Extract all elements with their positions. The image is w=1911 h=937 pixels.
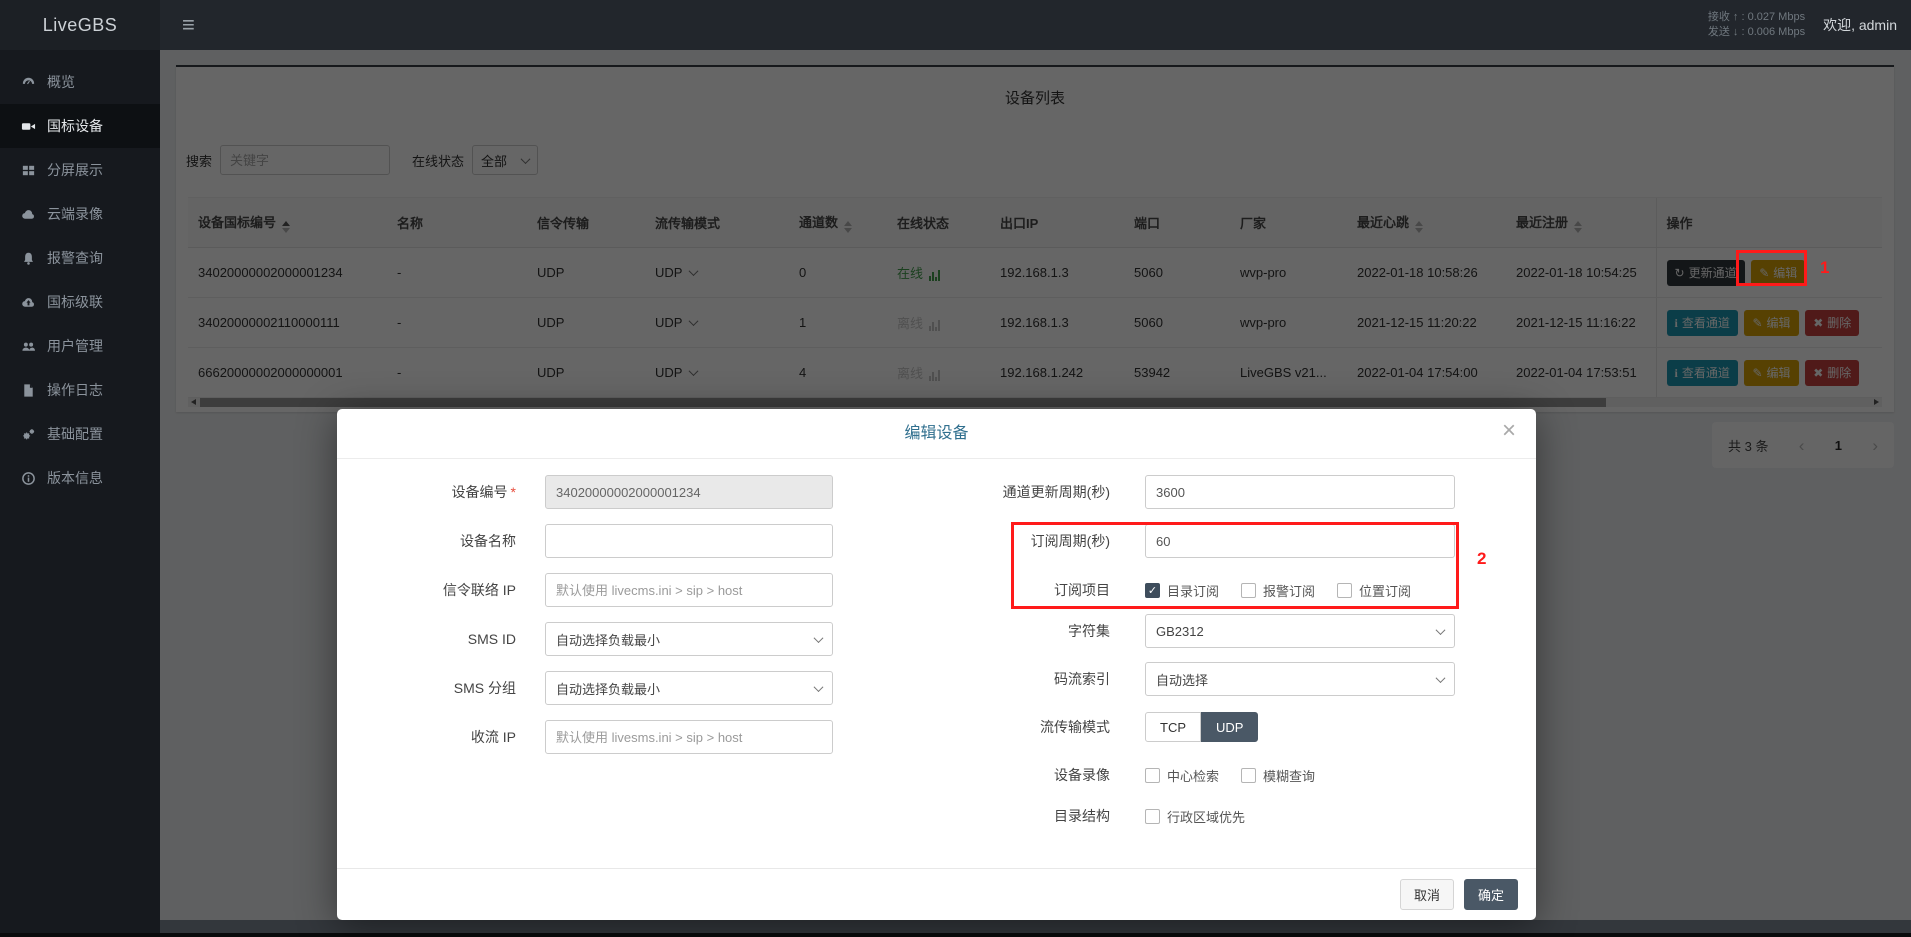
form-row-dir-structure: 目录结构 行政区域优先 [897, 799, 1245, 833]
device-name-input[interactable] [545, 524, 833, 558]
sidebar-item-label: 概览 [47, 72, 75, 92]
sidebar-item-version-info[interactable]: 版本信息 [0, 456, 160, 500]
chevron-down-icon [1436, 625, 1446, 635]
hamburger-menu-icon[interactable]: ≡ [182, 14, 195, 36]
annotation-number-2: 2 [1477, 549, 1486, 569]
users-icon [20, 338, 36, 354]
form-row-device-record: 设备录像 中心检索 模糊查询 [897, 758, 1315, 792]
confirm-button[interactable]: 确定 [1464, 879, 1518, 910]
sidebar-item-label: 版本信息 [47, 468, 103, 488]
chevron-down-icon [814, 633, 824, 643]
required-mark: * [511, 484, 516, 500]
sidebar-item-basic-config[interactable]: 基础配置 [0, 412, 160, 456]
window-edge [0, 933, 1911, 937]
checkbox-icon [1241, 768, 1256, 783]
annotation-box-2 [1011, 522, 1459, 609]
sidebar-item-gb-devices[interactable]: 国标设备 [0, 104, 160, 148]
channel-refresh-period-input[interactable] [1145, 475, 1455, 509]
gears-icon [20, 426, 36, 442]
tx-stat: 发送 ↓ : 0.006 Mbps [1708, 25, 1805, 40]
video-camera-icon [20, 118, 36, 134]
sidebar-item-label: 国标级联 [47, 292, 103, 312]
grid-icon [20, 162, 36, 178]
stream-index-select[interactable]: 自动选择 [1145, 662, 1455, 696]
annotation-box-1 [1736, 250, 1807, 286]
topbar-right: 接收 ↑ : 0.027 Mbps 发送 ↓ : 0.006 Mbps 欢迎, … [1708, 10, 1897, 40]
form-row-device-name: 设备名称 [357, 524, 833, 558]
tcp-mode-button[interactable]: TCP [1145, 712, 1201, 742]
sidebar-item-label: 操作日志 [47, 380, 103, 400]
welcome-user[interactable]: 欢迎, admin [1823, 15, 1897, 35]
sidebar: LiveGBS 概览 国标设备 分屏展示 云端录像 报警查询 [0, 0, 160, 937]
rx-stat: 接收 ↑ : 0.027 Mbps [1708, 10, 1805, 25]
sip-contact-ip-input[interactable] [545, 573, 833, 607]
form-row-charset: 字符集 GB2312 [897, 614, 1455, 648]
topbar: ≡ 接收 ↑ : 0.027 Mbps 发送 ↓ : 0.006 Mbps 欢迎… [160, 0, 1911, 50]
footer-bar [160, 920, 1911, 933]
sidebar-item-label: 基础配置 [47, 424, 103, 444]
checkbox-icon [1145, 809, 1160, 824]
sidebar-item-overview[interactable]: 概览 [0, 60, 160, 104]
form-row-device-id: 设备编号* [357, 475, 833, 509]
sidebar-item-alarm-query[interactable]: 报警查询 [0, 236, 160, 280]
file-icon [20, 382, 36, 398]
modal-header: 编辑设备 × [337, 409, 1536, 459]
cloud-icon [20, 206, 36, 222]
charset-select[interactable]: GB2312 [1145, 614, 1455, 648]
up-arrow-icon: ↑ [1733, 11, 1739, 23]
form-row-sms-id: SMS ID 自动选择负载最小 [357, 622, 833, 656]
sidebar-menu: 概览 国标设备 分屏展示 云端录像 报警查询 国标级联 [0, 50, 160, 500]
sms-group-select[interactable]: 自动选择负载最小 [545, 671, 833, 705]
sidebar-item-label: 报警查询 [47, 248, 103, 268]
dashboard-icon [20, 74, 36, 90]
fuzzy-query-checkbox[interactable]: 模糊查询 [1241, 766, 1315, 785]
network-stats: 接收 ↑ : 0.027 Mbps 发送 ↓ : 0.006 Mbps [1708, 10, 1805, 40]
sidebar-item-label: 用户管理 [47, 336, 103, 356]
sidebar-item-label: 分屏展示 [47, 160, 103, 180]
modal-title: 编辑设备 [337, 409, 1536, 459]
modal-footer: 取消 确定 [337, 868, 1536, 920]
form-row-stream-index: 码流索引 自动选择 [897, 662, 1455, 696]
chevron-down-icon [814, 682, 824, 692]
chevron-down-icon [1436, 673, 1446, 683]
livegbs-app: LiveGBS 概览 国标设备 分屏展示 云端录像 报警查询 [0, 0, 1911, 937]
cancel-button[interactable]: 取消 [1400, 879, 1454, 910]
form-row-channel-period: 通道更新周期(秒) [897, 475, 1455, 509]
sidebar-item-cloud-record[interactable]: 云端录像 [0, 192, 160, 236]
annotation-number-1: 1 [1820, 258, 1829, 278]
stream-receive-ip-input[interactable] [545, 720, 833, 754]
brand-logo: LiveGBS [0, 0, 160, 50]
form-row-stream-mode: 流传输模式 TCP UDP [897, 710, 1258, 744]
close-icon[interactable]: × [1502, 419, 1516, 443]
sms-id-select[interactable]: 自动选择负载最小 [545, 622, 833, 656]
sidebar-item-gb-cascade[interactable]: 国标级联 [0, 280, 160, 324]
sidebar-item-user-management[interactable]: 用户管理 [0, 324, 160, 368]
device-id-input [545, 475, 833, 509]
form-row-sip-ip: 信令联络 IP [357, 573, 833, 607]
sidebar-item-operation-log[interactable]: 操作日志 [0, 368, 160, 412]
sidebar-item-label: 云端录像 [47, 204, 103, 224]
info-circle-icon [20, 470, 36, 486]
sidebar-item-label: 国标设备 [47, 116, 103, 136]
cloud-upload-icon [20, 294, 36, 310]
down-arrow-icon: ↓ [1733, 26, 1739, 38]
center-search-checkbox[interactable]: 中心检索 [1145, 766, 1219, 785]
sidebar-item-split-screen[interactable]: 分屏展示 [0, 148, 160, 192]
bell-icon [20, 250, 36, 266]
edit-device-modal: 编辑设备 × 设备编号* 设备名称 信令联络 IP SMS ID 自动选择负载最… [337, 409, 1536, 920]
form-row-sms-group: SMS 分组 自动选择负载最小 [357, 671, 833, 705]
form-row-recv-ip: 收流 IP [357, 720, 833, 754]
checkbox-icon [1145, 768, 1160, 783]
admin-region-first-checkbox[interactable]: 行政区域优先 [1145, 807, 1245, 826]
udp-mode-button[interactable]: UDP [1201, 712, 1258, 742]
